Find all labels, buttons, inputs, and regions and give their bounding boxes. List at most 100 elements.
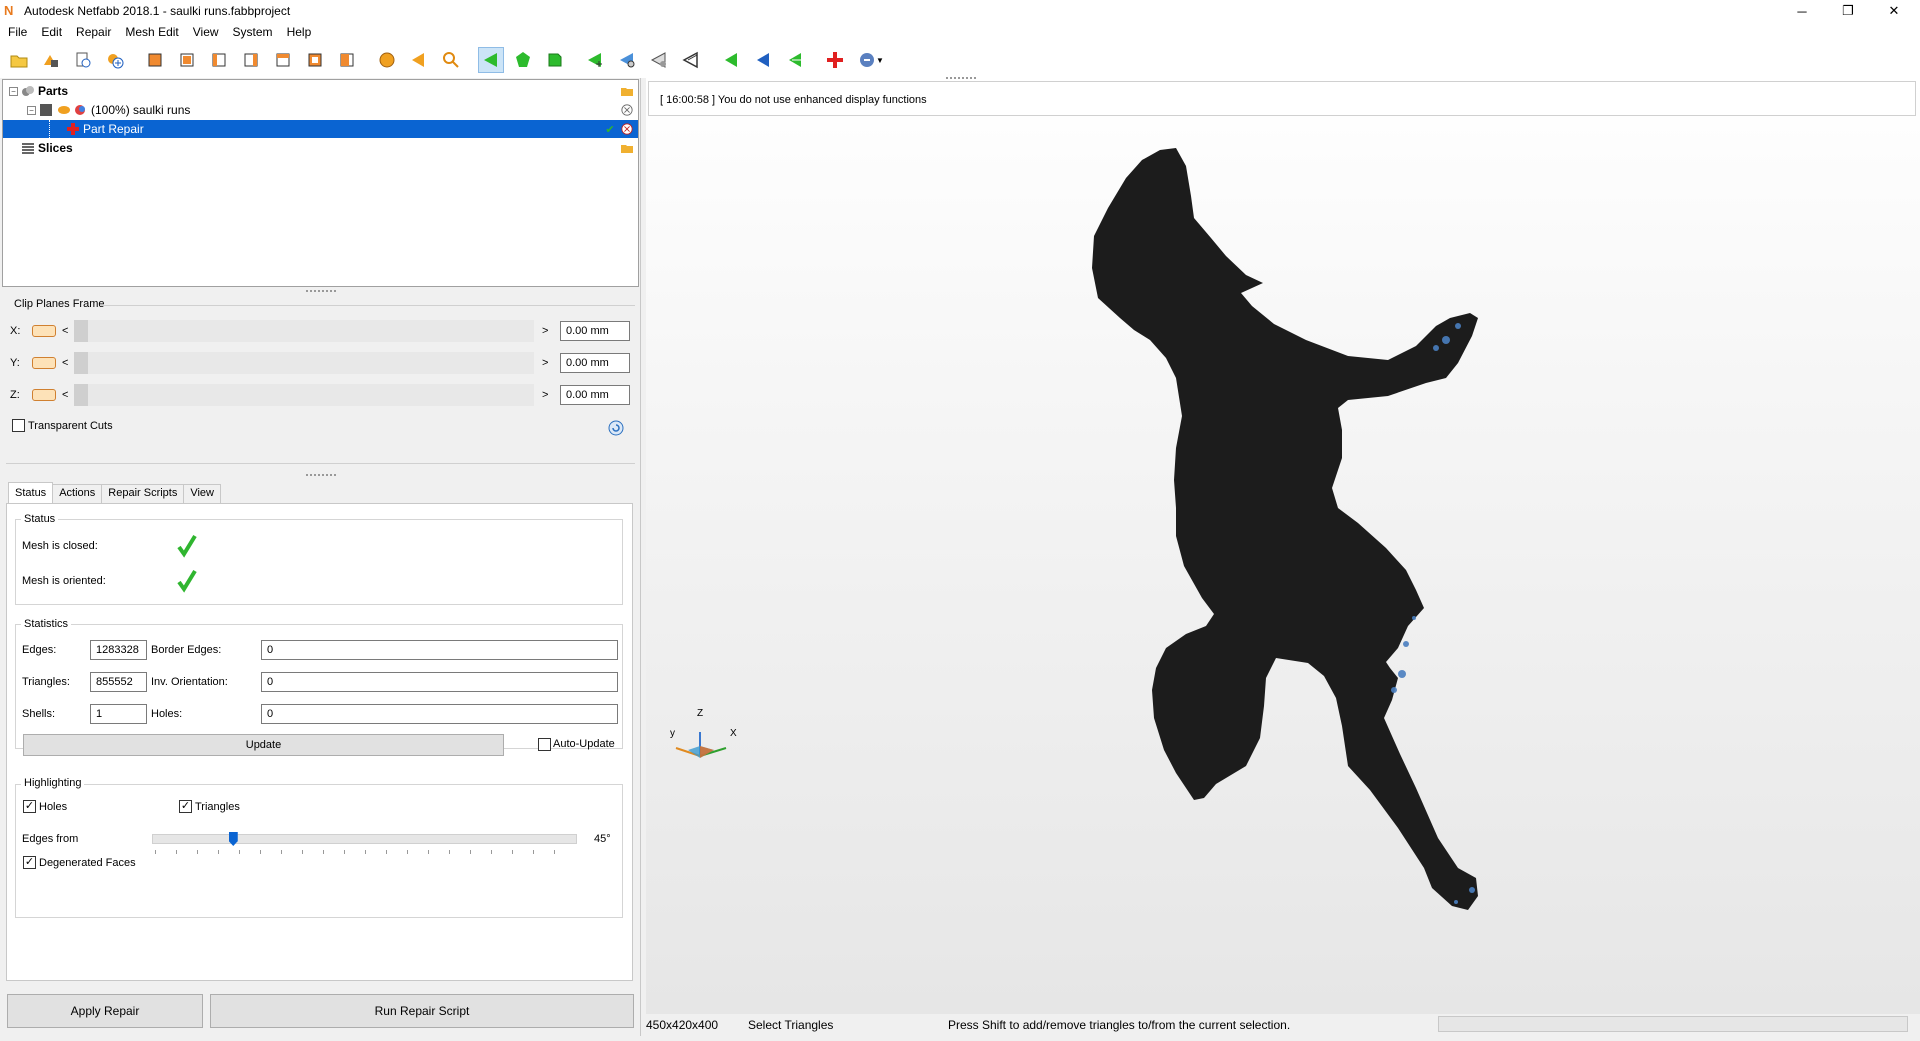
triangle-edit-icon[interactable] [614,47,640,73]
triangles-field[interactable]: 855552 [90,672,147,692]
select-surface-icon[interactable] [510,47,536,73]
run-repair-script-button[interactable]: Run Repair Script [210,994,634,1028]
add-part-icon[interactable] [38,47,64,73]
accept-check-icon[interactable]: ✔ [603,122,617,136]
apply-repair-button[interactable]: Apply Repair [7,994,203,1028]
clip-toggle-z[interactable] [32,389,56,401]
parts-label: Parts [38,84,69,98]
new-part-icon[interactable] [70,47,96,73]
menu-mesh-edit[interactable]: Mesh Edit [117,25,184,39]
axis-label: X: [10,325,21,337]
tab-view[interactable]: View [183,484,221,503]
view-top-icon[interactable] [270,47,296,73]
arrow-green-back-icon[interactable] [782,47,808,73]
menu-help[interactable]: Help [279,25,318,39]
triangle-remove-icon[interactable] [646,47,672,73]
view-left-icon[interactable] [206,47,232,73]
transparent-cuts-option[interactable]: Transparent Cuts [12,419,113,432]
cancel-icon[interactable] [620,122,634,136]
arrow-blue-icon[interactable] [750,47,776,73]
update-button[interactable]: Update [23,734,504,756]
open-folder-icon[interactable] [620,84,634,98]
clip-toggle-y[interactable] [32,357,56,369]
remove-icon[interactable] [620,103,634,117]
tree-row-parts[interactable]: − Parts [3,82,638,100]
project-tree: − Parts − (100%) saulki runs Part Repair… [2,79,639,287]
status-group [15,519,623,605]
inv-orientation-field[interactable]: 0 [261,672,618,692]
decrease-arrow[interactable]: < [62,325,74,337]
transparent-cuts-checkbox[interactable] [12,419,25,432]
tab-actions[interactable]: Actions [52,484,103,503]
minimize-button[interactable]: ─ [1780,0,1824,22]
select-triangle-icon[interactable] [478,47,504,73]
open-project-icon[interactable] [6,47,32,73]
3d-viewport[interactable]: [ 16:00:58 ] You do not use enhanced dis… [646,77,1920,1014]
clip-row-z: Z: < > 0.00 mm [10,384,630,406]
axis-x-label: X [730,728,737,739]
add-plus-icon[interactable] [102,47,128,73]
view-iso-icon[interactable] [334,47,360,73]
tree-row-part-repair[interactable]: Part Repair [3,120,638,138]
increase-arrow[interactable]: > [542,325,554,337]
repair-cross-icon[interactable] [822,47,848,73]
arrow-left-orange-icon[interactable] [406,47,432,73]
view-front-icon[interactable] [142,47,168,73]
edges-field[interactable]: 1283328 [90,640,147,660]
edges-from-label: Edges from [22,833,79,845]
decrease-arrow[interactable]: < [62,389,74,401]
tree-row-slices[interactable]: Slices [3,139,638,157]
add-triangle-icon[interactable] [582,47,608,73]
menu-repair[interactable]: Repair [68,25,117,39]
increase-arrow[interactable]: > [542,357,554,369]
collapse-icon[interactable]: − [9,86,18,96]
visibility-icon[interactable] [57,103,71,117]
holes-checkbox[interactable]: ✓ [23,800,36,813]
clip-slider-x[interactable] [74,320,534,342]
decrease-arrow[interactable]: < [62,357,74,369]
menu-edit[interactable]: Edit [33,25,68,39]
splitter-handle[interactable] [306,290,336,294]
view-bottom-icon[interactable] [302,47,328,73]
maximize-button[interactable]: ❐ [1826,0,1870,22]
edges-angle-slider[interactable] [152,834,577,844]
tab-status[interactable]: Status [8,482,54,503]
clip-slider-y[interactable] [74,352,534,374]
menu-view[interactable]: View [185,25,225,39]
reset-icon[interactable] [607,419,625,437]
menu-system[interactable]: System [225,25,279,39]
clip-value-y[interactable]: 0.00 mm [560,353,630,373]
tree-row-project[interactable]: − (100%) saulki runs [3,101,638,119]
open-folder-icon[interactable] [620,141,634,155]
select-shell-icon[interactable] [542,47,568,73]
border-edges-field[interactable]: 0 [261,640,618,660]
triangle-split-icon[interactable] [678,47,704,73]
shells-field[interactable]: 1 [90,704,147,724]
view-right-icon[interactable] [238,47,264,73]
view-back-icon[interactable] [174,47,200,73]
auto-update-checkbox[interactable] [538,738,551,751]
clip-value-x[interactable]: 0.00 mm [560,321,630,341]
zoom-icon[interactable] [438,47,464,73]
slider-thumb[interactable] [74,320,88,342]
arrow-green-icon[interactable] [718,47,744,73]
sphere-icon[interactable] [374,47,400,73]
mesh-closed-check-icon [177,534,197,558]
help-dropdown-icon[interactable]: ▼ [854,47,888,73]
collapse-icon[interactable]: − [27,105,36,115]
mesh-model[interactable] [646,78,1920,1014]
clip-value-z[interactable]: 0.00 mm [560,385,630,405]
holes-field[interactable]: 0 [261,704,618,724]
clip-toggle-x[interactable] [32,325,56,337]
color-icon[interactable] [73,103,87,117]
menu-file[interactable]: File [0,25,33,39]
triangles-checkbox[interactable]: ✓ [179,800,192,813]
splitter-handle[interactable] [306,474,336,478]
close-button[interactable]: ✕ [1872,0,1916,22]
clip-slider-z[interactable] [74,384,534,406]
degenerated-faces-checkbox[interactable]: ✓ [23,856,36,869]
slider-thumb[interactable] [74,352,88,374]
tab-repair-scripts[interactable]: Repair Scripts [101,484,185,503]
increase-arrow[interactable]: > [542,389,554,401]
slider-thumb[interactable] [74,384,88,406]
